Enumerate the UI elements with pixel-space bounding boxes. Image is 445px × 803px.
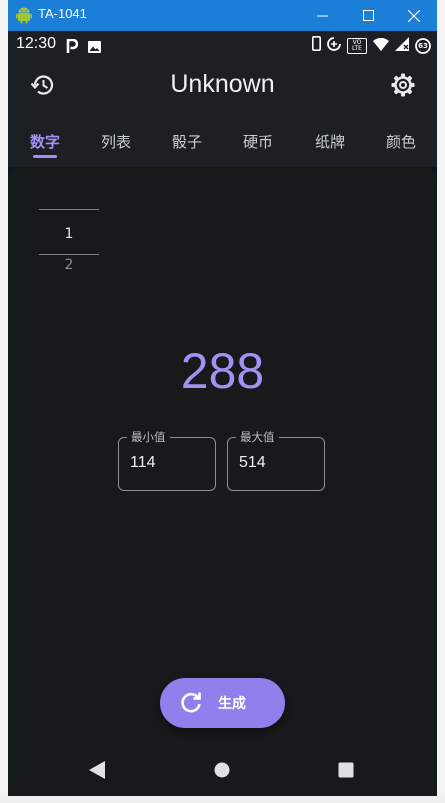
- tab-cards[interactable]: 纸牌: [300, 131, 360, 152]
- tab-list[interactable]: 列表: [86, 131, 146, 152]
- signal-icon: [395, 36, 409, 55]
- home-button[interactable]: [211, 759, 233, 781]
- active-tab-indicator: [33, 155, 57, 158]
- tab-color[interactable]: 颜色: [371, 131, 431, 152]
- wifi-icon: [373, 36, 389, 55]
- back-icon: [89, 761, 105, 779]
- status-bar: 12:30 VO LTE 63: [8, 31, 437, 57]
- data-saver-icon: [327, 36, 341, 55]
- close-icon: [408, 9, 420, 22]
- recents-icon: [338, 762, 354, 778]
- phone-icon: [312, 36, 322, 55]
- back-button[interactable]: [86, 759, 108, 781]
- parking-icon: [66, 38, 79, 57]
- tab-coin[interactable]: 硬币: [228, 131, 288, 152]
- window-title: TA-1041: [38, 6, 87, 21]
- settings-button[interactable]: [388, 70, 418, 100]
- close-button[interactable]: [391, 0, 437, 31]
- window-titlebar[interactable]: TA-1041: [8, 0, 437, 31]
- tab-number[interactable]: 数字: [15, 131, 75, 152]
- result-number: 288: [180, 343, 265, 399]
- emulator-window: TA-1041 12:30 VO LTE 63 Unknown 数字 列表 骰子…: [8, 0, 437, 796]
- minimize-button[interactable]: [299, 0, 345, 31]
- min-value-field[interactable]: 最小值: [118, 429, 216, 491]
- maximize-button[interactable]: [345, 0, 391, 31]
- volte-icon: VO LTE: [347, 37, 367, 54]
- refresh-icon: [179, 691, 203, 719]
- host-desktop-right: [437, 0, 445, 803]
- tab-bar: 数字 列表 骰子 硬币 纸牌 颜色: [8, 113, 437, 167]
- recents-button[interactable]: [335, 759, 357, 781]
- generate-button[interactable]: 生成: [160, 678, 285, 728]
- volte-label: VO LTE: [352, 38, 362, 52]
- generate-label: 生成: [218, 696, 246, 712]
- host-desktop-left: [0, 0, 8, 803]
- history-list[interactable]: 1 2: [39, 209, 99, 273]
- max-value-label: 最大值: [236, 429, 279, 445]
- page-title: Unknown: [170, 70, 275, 98]
- status-time: 12:30: [16, 35, 57, 52]
- minimize-icon: [316, 15, 328, 17]
- tab-dice[interactable]: 骰子: [157, 131, 217, 152]
- min-value-input[interactable]: [130, 454, 206, 472]
- history-count: 2: [64, 257, 74, 273]
- gear-icon: [391, 73, 415, 97]
- min-value-label: 最小值: [127, 429, 170, 445]
- android-icon: [16, 7, 32, 28]
- history-latest: 1: [64, 226, 74, 242]
- maximize-icon: [362, 10, 374, 21]
- battery-icon: 63: [415, 37, 431, 54]
- image-icon: [88, 38, 101, 57]
- navigation-bar: [8, 742, 437, 796]
- battery-level: 63: [418, 41, 428, 50]
- home-icon: [214, 762, 230, 778]
- max-value-field[interactable]: 最大值: [227, 429, 325, 491]
- max-value-input[interactable]: [239, 454, 315, 472]
- app-bar: Unknown: [8, 57, 437, 113]
- host-desktop-bottom: [0, 796, 445, 803]
- number-panel: 1 2 288 最小值 最大值: [8, 167, 437, 742]
